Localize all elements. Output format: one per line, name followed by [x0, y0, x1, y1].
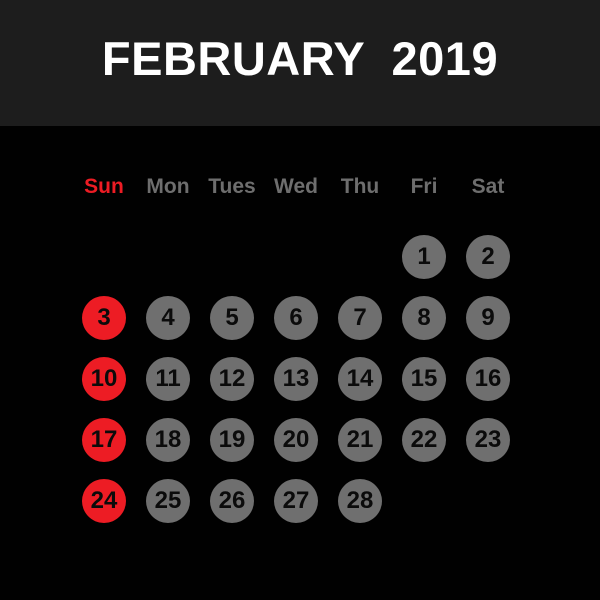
day-cell[interactable]: 16 — [466, 357, 510, 401]
day-cell-empty — [274, 235, 318, 279]
page-title: FEBRUARY 2019 — [101, 32, 499, 85]
day-cell[interactable]: 15 — [402, 357, 446, 401]
day-cell-empty — [82, 235, 126, 279]
weekday-header-sat: Sat — [471, 175, 505, 198]
day-cell[interactable]: 9 — [466, 296, 510, 340]
day-cell[interactable]: 14 — [338, 357, 382, 401]
day-cell-empty — [466, 479, 510, 523]
weekday-header-fri: Fri — [410, 175, 438, 198]
day-cell[interactable]: 13 — [274, 357, 318, 401]
day-cell[interactable]: 2 — [466, 235, 510, 279]
day-cell[interactable]: 23 — [466, 418, 510, 462]
weekday-header-wed: Wed — [274, 175, 318, 198]
day-cell[interactable]: 5 — [210, 296, 254, 340]
day-cell[interactable]: 3 — [82, 296, 126, 340]
calendar-root: FEBRUARY 2019 Sun Mon Tues Wed Thu Fri Sat 123… — [0, 0, 600, 600]
day-cell[interactable]: 22 — [402, 418, 446, 462]
day-cell[interactable]: 25 — [146, 479, 190, 523]
day-cell[interactable]: 6 — [274, 296, 318, 340]
weekday-header-row: Sun Mon Tues Wed Thu Fri Sat — [72, 174, 528, 202]
day-cell-empty — [210, 235, 254, 279]
weekday-header-thu: Thu — [340, 175, 380, 198]
day-cell[interactable]: 7 — [338, 296, 382, 340]
day-cell[interactable]: 8 — [402, 296, 446, 340]
day-cell-empty — [402, 479, 446, 523]
day-cell[interactable]: 17 — [82, 418, 126, 462]
day-cell[interactable]: 20 — [274, 418, 318, 462]
day-cell[interactable]: 4 — [146, 296, 190, 340]
calendar-day-grid: 1 2 3 4 5 6 7 8 9 10 11 12 13 14 15 16 17 18 19 20 21 22 23 24 2… — [72, 235, 528, 525]
weekday-header-mon: Mon — [146, 175, 190, 198]
day-cell[interactable]: 24 — [82, 479, 126, 523]
calendar-header: FEBRUARY 2019 — [0, 0, 600, 126]
day-cell[interactable]: 18 — [146, 418, 190, 462]
day-cell-empty — [338, 235, 382, 279]
day-cell[interactable]: 19 — [210, 418, 254, 462]
weekday-header-sun: Sun — [84, 175, 124, 198]
day-cell[interactable]: 28 — [338, 479, 382, 523]
day-cell[interactable]: 10 — [82, 357, 126, 401]
day-cell-empty — [146, 235, 190, 279]
day-cell[interactable]: 27 — [274, 479, 318, 523]
day-cell[interactable]: 21 — [338, 418, 382, 462]
day-cell[interactable]: 12 — [210, 357, 254, 401]
weekday-header-tues: Tues — [208, 175, 256, 198]
day-cell[interactable]: 26 — [210, 479, 254, 523]
day-cell[interactable]: 1 — [402, 235, 446, 279]
day-cell[interactable]: 11 — [146, 357, 190, 401]
